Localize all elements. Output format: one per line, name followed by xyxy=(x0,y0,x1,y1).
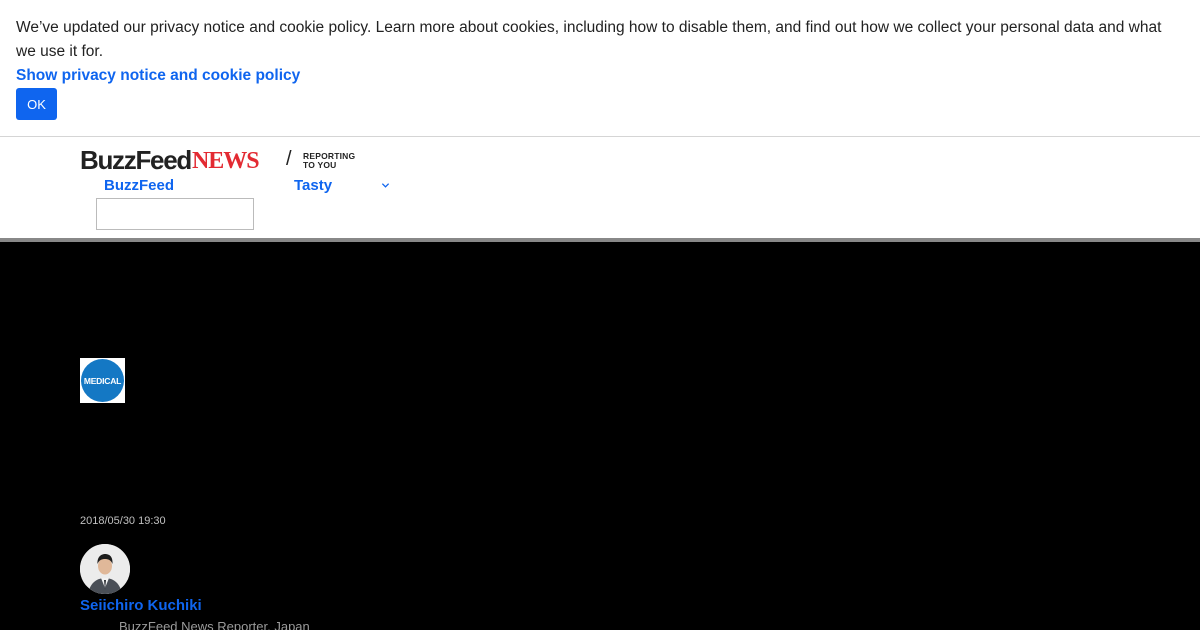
privacy-policy-link[interactable]: Show privacy notice and cookie policy xyxy=(16,65,300,87)
logo-tagline: REPORTING TO YOU xyxy=(303,152,355,170)
search-input[interactable] xyxy=(96,198,254,230)
site-header: BuzzFeed NEWS / REPORTING TO YOU BuzzFee… xyxy=(0,137,1200,240)
buzzfeed-news-logo[interactable]: BuzzFeed NEWS xyxy=(80,145,260,175)
nav-link-tasty[interactable]: Tasty xyxy=(294,177,332,195)
author-avatar-image xyxy=(80,544,130,594)
logo-buzzfeed-text: BuzzFeed xyxy=(80,145,192,175)
author-avatar[interactable] xyxy=(80,544,130,594)
cookie-message: We’ve updated our privacy notice and coo… xyxy=(16,19,1162,60)
cookie-ok-button[interactable]: OK xyxy=(16,88,57,120)
medical-badge-label: MEDICAL xyxy=(83,375,122,386)
medical-category-badge[interactable]: MEDICAL xyxy=(80,358,125,403)
logo-separator: / xyxy=(286,148,292,170)
logo-news-text: NEWS xyxy=(191,148,260,174)
article-timestamp: 2018/05/30 19:30 xyxy=(80,515,166,527)
nav-link-buzzfeed[interactable]: BuzzFeed xyxy=(104,177,174,195)
medical-badge-circle: MEDICAL xyxy=(81,359,124,402)
author-role: BuzzFeed News Reporter, Japan xyxy=(119,619,310,630)
article-hero: MEDICAL 2018/05/30 19:30 Seiichiro Kuchi… xyxy=(0,242,1200,630)
chevron-down-icon[interactable] xyxy=(381,181,390,190)
cookie-banner: We’ve updated our privacy notice and coo… xyxy=(0,0,1200,137)
author-name-link[interactable]: Seiichiro Kuchiki xyxy=(80,597,202,615)
tagline-line-2: TO YOU xyxy=(303,160,337,170)
